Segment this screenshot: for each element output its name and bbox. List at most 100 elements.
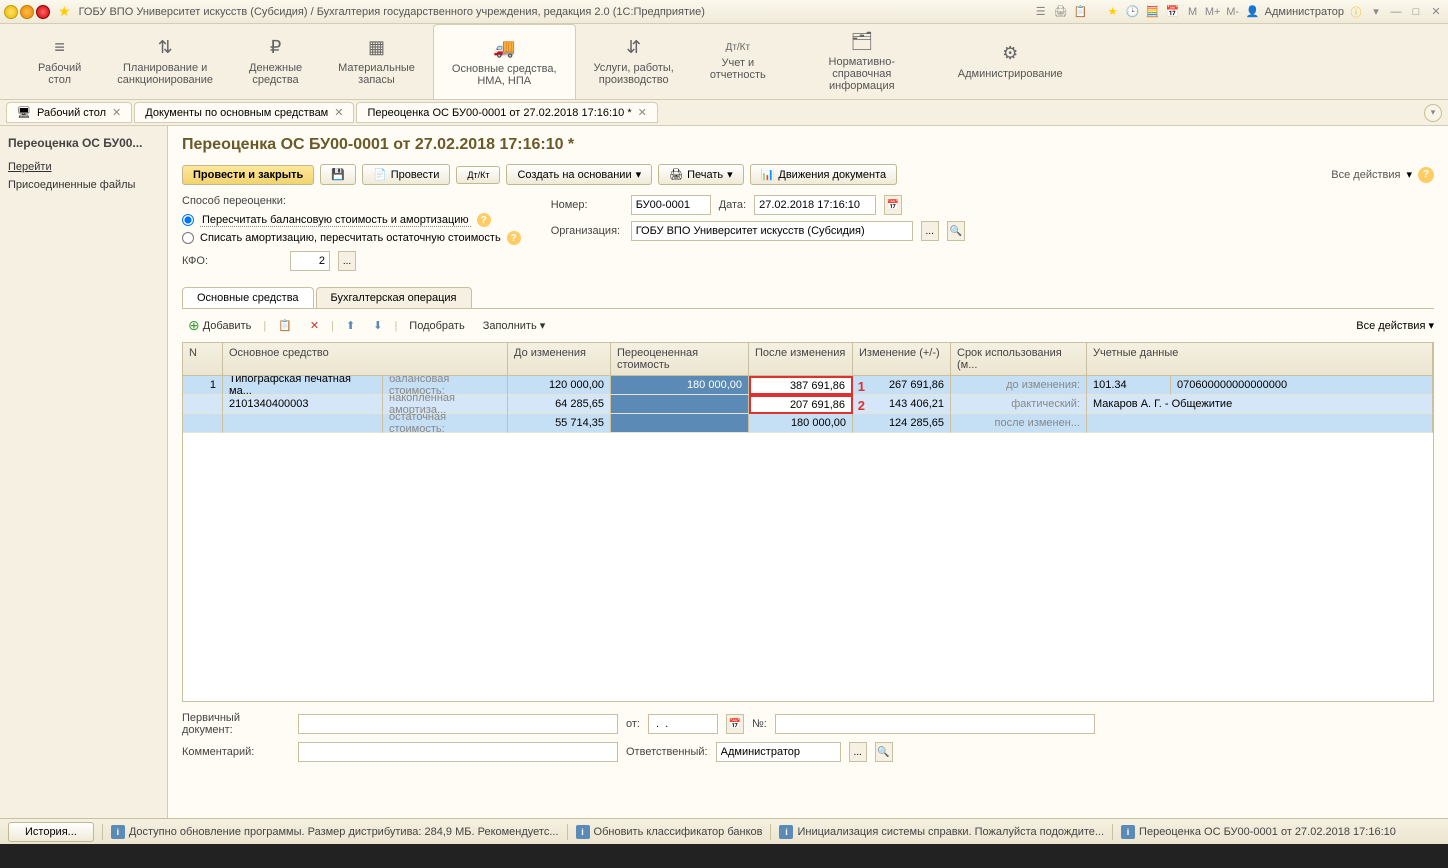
nav-desktop[interactable]: ≡Рабочий стол	[20, 24, 99, 99]
sidebar-goto[interactable]: Перейти	[8, 158, 159, 176]
tab-close-icon[interactable]: ✕	[334, 106, 343, 119]
maximize-icon[interactable]: □	[1408, 4, 1424, 20]
tab-documents[interactable]: Документы по основным средствам✕	[134, 102, 354, 123]
radio1-label[interactable]: Пересчитать балансовую стоимость и аморт…	[200, 214, 471, 227]
tab-accounting-op[interactable]: Бухгалтерская операция	[316, 287, 472, 308]
window-btn-1[interactable]	[4, 5, 18, 19]
tab-main-assets[interactable]: Основные средства	[182, 287, 314, 308]
nav-money[interactable]: ₽Денежные средства	[231, 24, 320, 99]
save-button[interactable]: 💾	[320, 164, 356, 185]
tb-icon-3[interactable]: 📋	[1073, 4, 1089, 20]
th-n[interactable]: N	[183, 343, 223, 375]
move-up-button[interactable]: ⬆	[340, 317, 361, 334]
nav-planning[interactable]: ⇅Планирование и санкционирование	[99, 24, 231, 99]
th-acc[interactable]: Учетные данные	[1087, 343, 1433, 375]
org-input[interactable]	[631, 221, 913, 241]
th-revalued[interactable]: Переоцененная стоимость	[611, 343, 749, 375]
movements-button[interactable]: 📊 Движения документа	[750, 164, 898, 185]
tb-icon-1[interactable]: ☰	[1033, 4, 1049, 20]
org-select-button[interactable]: ...	[921, 221, 939, 241]
status-doc[interactable]: iПереоценка ОС БУ00-0001 от 27.02.2018 1…	[1121, 825, 1396, 839]
calendar-icon[interactable]: 📅	[1165, 4, 1181, 20]
tab-close-icon[interactable]: ✕	[112, 106, 121, 119]
from-date-picker[interactable]: 📅	[726, 714, 744, 734]
cell-revalued[interactable]	[611, 414, 749, 433]
help-icon[interactable]: ?	[1418, 167, 1434, 183]
select-button[interactable]: Подобрать	[403, 318, 470, 334]
copy-button[interactable]: 📋	[272, 317, 298, 334]
favorite-icon[interactable]: ★	[1105, 4, 1121, 20]
print-button[interactable]: 🖨 Печать ▾	[658, 164, 744, 185]
th-os[interactable]: Основное средство	[223, 343, 508, 375]
help-icon[interactable]: ?	[507, 231, 521, 245]
nav-admin[interactable]: ⚙Администрирование	[940, 24, 1081, 99]
responsible-select[interactable]: ...	[849, 742, 867, 762]
cell-revalued[interactable]: 180 000,00	[611, 376, 749, 395]
move-down-button[interactable]: ⬇	[367, 317, 388, 334]
tb-icon-5[interactable]: 🕒	[1125, 4, 1141, 20]
status-update[interactable]: iДоступно обновление программы. Размер д…	[111, 825, 559, 839]
dropdown-icon[interactable]: ▾	[1368, 4, 1384, 20]
kfo-input[interactable]	[290, 251, 330, 271]
dtkt-button[interactable]: Дт/Кт	[456, 166, 500, 184]
table-row[interactable]: остаточная стоимость: 55 714,35 180 000,…	[183, 414, 1433, 433]
nav-materials[interactable]: ▦Материальные запасы	[320, 24, 433, 99]
number-input[interactable]	[631, 195, 711, 215]
tab-close-icon[interactable]: ✕	[638, 106, 647, 119]
post-close-button[interactable]: Провести и закрыть	[182, 165, 314, 185]
radio-recalc-balance[interactable]	[182, 214, 194, 226]
chevron-down-icon[interactable]: ▾	[1424, 104, 1442, 122]
all-actions-link[interactable]: Все действия	[1331, 169, 1400, 181]
create-based-button[interactable]: Создать на основании ▾	[506, 164, 652, 185]
from-date-input[interactable]	[648, 714, 718, 734]
star-icon[interactable]: ★	[58, 3, 71, 20]
radio-writeoff[interactable]	[182, 232, 194, 244]
m-btn[interactable]: M	[1185, 4, 1201, 20]
th-change[interactable]: Изменение (+/-)	[853, 343, 951, 375]
table-body[interactable]: 1 Типографская печатная ма... балансовая…	[183, 376, 1433, 701]
m-plus-btn[interactable]: M+	[1205, 4, 1221, 20]
cell-revalued[interactable]	[611, 395, 749, 414]
nav-assets[interactable]: 🚚Основные средства, НМА, НПА	[433, 24, 576, 99]
radio2-label[interactable]: Списать амортизацию, пересчитать остаточ…	[200, 232, 501, 244]
comment-input[interactable]	[298, 742, 618, 762]
nav-reference[interactable]: 🗂Нормативно-справочная информация	[784, 24, 940, 99]
date-picker-button[interactable]: 📅	[884, 195, 902, 215]
num-input[interactable]	[775, 714, 1095, 734]
window-btn-2[interactable]	[20, 5, 34, 19]
org-search-button[interactable]: 🔍	[947, 221, 965, 241]
table-row[interactable]: 1 Типографская печатная ма... балансовая…	[183, 376, 1433, 395]
status-banks[interactable]: iОбновить классификатор банков	[576, 825, 763, 839]
help-icon[interactable]: ?	[477, 213, 491, 227]
table-all-actions[interactable]: Все действия	[1356, 320, 1425, 332]
nav-services[interactable]: ⇵Услуги, работы, производство	[576, 24, 692, 99]
m-minus-btn[interactable]: M-	[1225, 4, 1241, 20]
th-before[interactable]: До изменения	[508, 343, 611, 375]
primary-doc-input[interactable]	[298, 714, 618, 734]
close-icon[interactable]: ✕	[1428, 4, 1444, 20]
th-usage[interactable]: Срок использования (м...	[951, 343, 1087, 375]
fill-button[interactable]: Заполнить ▾	[477, 317, 552, 334]
cell-after-highlighted[interactable]: 207 691,862	[749, 395, 853, 414]
status-help[interactable]: iИнициализация системы справки. Пожалуйс…	[779, 825, 1104, 839]
th-after[interactable]: После изменения	[749, 343, 853, 375]
responsible-input[interactable]	[716, 742, 841, 762]
info-icon[interactable]: ⓘ	[1348, 4, 1364, 20]
history-button[interactable]: История...	[8, 822, 94, 842]
responsible-search[interactable]: 🔍	[875, 742, 893, 762]
nav-accounting[interactable]: Дт/КтУчет и отчетность	[692, 24, 784, 99]
post-button[interactable]: 📄Провести	[362, 164, 450, 185]
minimize-icon[interactable]: —	[1388, 4, 1404, 20]
date-input[interactable]	[754, 195, 876, 215]
window-btn-3[interactable]	[36, 5, 50, 19]
cell-after-highlighted[interactable]: 387 691,861	[749, 376, 853, 395]
table-row[interactable]: 2101340400003 накопленная амортиза... 64…	[183, 395, 1433, 414]
kfo-select-button[interactable]: ...	[338, 251, 356, 271]
tb-icon-2[interactable]: 🖨	[1053, 4, 1069, 20]
sidebar-files[interactable]: Присоединенные файлы	[8, 176, 159, 194]
tab-desktop[interactable]: 🖥Рабочий стол✕	[6, 102, 132, 123]
tab-revaluation[interactable]: Переоценка ОС БУ00-0001 от 27.02.2018 17…	[356, 102, 657, 123]
delete-button[interactable]: ✕	[304, 317, 325, 334]
add-button[interactable]: ⊕Добавить	[182, 315, 257, 336]
calc-icon[interactable]: 🧮	[1145, 4, 1161, 20]
